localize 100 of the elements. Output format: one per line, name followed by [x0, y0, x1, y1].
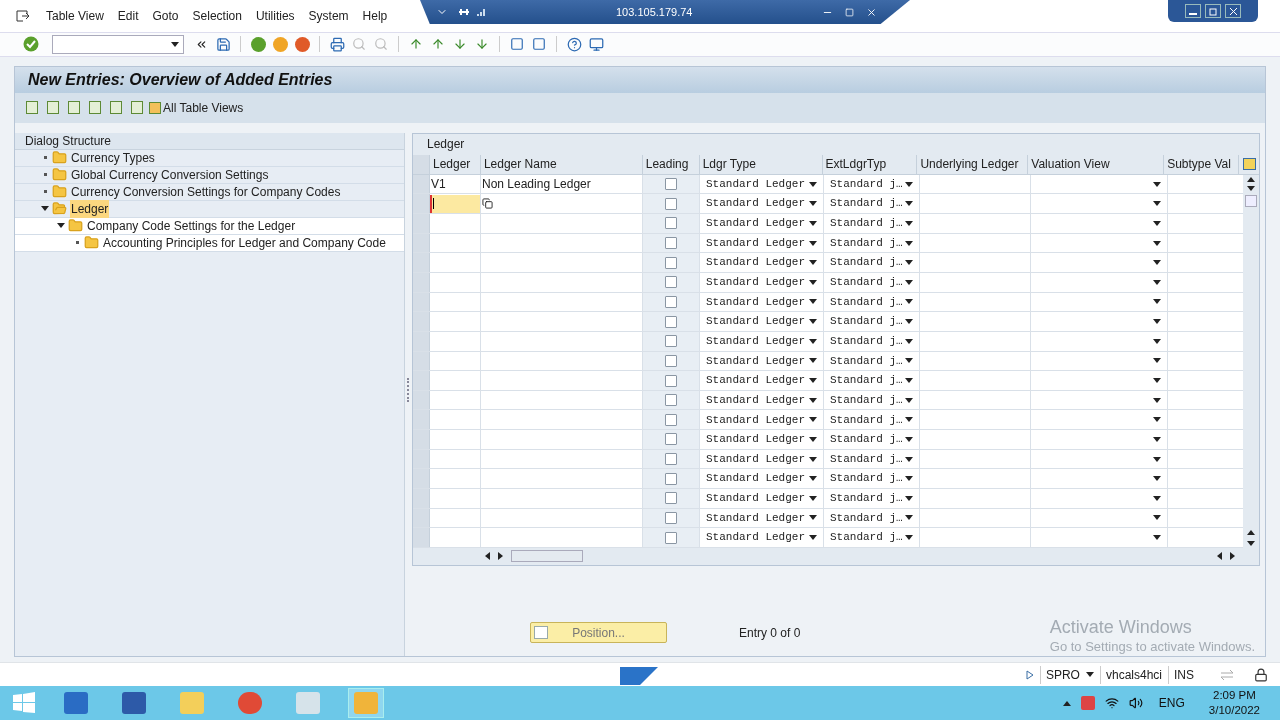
dropdown-field[interactable]: Standard Ledger	[700, 312, 823, 331]
dropdown-field[interactable]: Standard j…	[824, 292, 919, 312]
dropdown-field[interactable]: Standard Ledger	[700, 194, 823, 214]
dropdown-field[interactable]: Standard Ledger	[700, 528, 823, 547]
menu-item[interactable]: Help	[362, 6, 388, 25]
dropdown-arrow-icon[interactable]	[809, 181, 817, 187]
dropdown-arrow-icon[interactable]	[1153, 417, 1161, 423]
dropdown-field[interactable]: Standard Ledger	[700, 410, 823, 430]
dropdown-arrow-icon[interactable]	[809, 220, 817, 226]
dropdown-field[interactable]: Standard Ledger	[700, 233, 823, 253]
menu-item[interactable]: Edit	[117, 6, 139, 25]
dropdown-arrow-icon[interactable]	[1153, 201, 1161, 207]
dropdown-arrow-icon[interactable]	[905, 495, 913, 501]
leading-checkbox[interactable]	[665, 315, 677, 328]
leading-checkbox[interactable]	[665, 512, 677, 524]
dropdown-arrow-icon[interactable]	[1085, 672, 1094, 678]
dropdown-arrow-icon[interactable]	[905, 220, 913, 226]
leading-checkbox[interactable]	[665, 295, 677, 308]
dropdown-arrow-icon[interactable]	[905, 338, 913, 344]
dropdown-arrow-icon[interactable]	[1153, 220, 1161, 226]
ledger-input[interactable]	[430, 194, 480, 213]
column-header[interactable]: Leading	[642, 154, 700, 174]
dropdown-arrow-icon[interactable]	[809, 417, 817, 423]
leading-checkbox[interactable]	[665, 354, 677, 367]
menu-item[interactable]: Selection	[192, 6, 242, 25]
dropdown-arrow-icon[interactable]	[1153, 240, 1161, 246]
language-indicator[interactable]: ENG	[1158, 694, 1185, 713]
dropdown-arrow-icon[interactable]	[809, 201, 817, 207]
dropdown-arrow-icon[interactable]	[905, 476, 913, 482]
dropdown-field[interactable]: Standard j…	[824, 351, 919, 371]
leading-checkbox[interactable]	[665, 433, 677, 446]
menu-item[interactable]: Table View	[46, 6, 104, 25]
pin-icon[interactable]	[458, 7, 470, 17]
dropdown-arrow-icon[interactable]	[905, 181, 913, 187]
command-field[interactable]	[52, 34, 184, 54]
menu-item[interactable]: System	[308, 6, 349, 25]
dropdown-field[interactable]: Standard Ledger	[700, 253, 823, 272]
column-header[interactable]: Valuation View	[1028, 154, 1165, 174]
dropdown-arrow-icon[interactable]	[809, 456, 817, 462]
dropdown-arrow-icon[interactable]	[1153, 378, 1161, 383]
play-icon[interactable]	[1025, 669, 1034, 680]
all-table-views-button[interactable]: All Table Views	[149, 98, 244, 117]
dropdown-arrow-icon[interactable]	[809, 338, 817, 344]
dropdown-arrow-icon[interactable]	[1153, 476, 1161, 482]
dropdown-arrow-icon[interactable]	[809, 397, 817, 403]
dropdown-arrow-icon[interactable]	[1153, 456, 1161, 462]
dropdown-arrow-icon[interactable]	[809, 260, 817, 266]
dropdown-field[interactable]: Standard Ledger	[700, 430, 823, 449]
leading-checkbox[interactable]	[665, 374, 677, 387]
dropdown-field[interactable]: Standard j…	[824, 390, 919, 410]
dropdown-field[interactable]: Standard Ledger	[700, 508, 823, 528]
dropdown-arrow-icon[interactable]	[809, 358, 817, 364]
dropdown-arrow-icon[interactable]	[1153, 260, 1161, 266]
dropdown-field[interactable]: Standard j…	[824, 194, 919, 214]
leading-checkbox[interactable]	[665, 492, 677, 505]
dropdown-field[interactable]: Standard Ledger	[700, 292, 823, 312]
expand-triangle-icon[interactable]	[57, 221, 65, 230]
check-icon[interactable]	[22, 35, 40, 54]
close-icon[interactable]	[866, 6, 878, 18]
dropdown-field[interactable]: Standard j…	[824, 214, 919, 233]
scroll-down-icon[interactable]	[1247, 185, 1255, 191]
dropdown-field[interactable]: Standard j…	[824, 489, 919, 508]
leading-checkbox[interactable]	[665, 394, 677, 407]
horizontal-scroll-thumb[interactable]	[511, 550, 583, 563]
restore-button[interactable]	[1205, 4, 1221, 18]
leading-checkbox[interactable]	[665, 256, 677, 269]
dropdown-field[interactable]: Standard Ledger	[700, 174, 823, 194]
column-header[interactable]: Underlying Ledger	[917, 154, 1029, 174]
dropdown-field[interactable]: Standard j…	[824, 312, 919, 331]
tree-item[interactable]: Global Currency Conversion Settings	[70, 165, 270, 184]
dropdown-field[interactable]: Standard j…	[824, 430, 919, 449]
value-help-icon[interactable]	[482, 198, 493, 210]
dropdown-field[interactable]: Standard Ledger	[700, 469, 823, 489]
dropdown-field[interactable]: Standard Ledger	[700, 351, 823, 371]
dropdown-arrow-icon[interactable]	[905, 299, 913, 305]
dropdown-arrow-icon[interactable]	[1153, 397, 1161, 403]
scroll-down-icon[interactable]	[1247, 540, 1255, 546]
bullet-icon[interactable]	[41, 187, 49, 196]
column-header[interactable]: Ledger Name	[480, 154, 643, 174]
dropdown-arrow-icon[interactable]	[1153, 319, 1161, 325]
dropdown-arrow-icon[interactable]	[809, 476, 817, 482]
menu-item[interactable]: Utilities	[255, 6, 295, 25]
dropdown-field[interactable]: Standard j…	[824, 528, 919, 547]
dropdown-arrow-icon[interactable]	[905, 319, 913, 325]
dropdown-arrow-icon[interactable]	[809, 240, 817, 246]
dropdown-arrow-icon[interactable]	[905, 260, 913, 266]
dropdown-field[interactable]: Standard j…	[824, 331, 919, 351]
dropdown-arrow-icon[interactable]	[1153, 515, 1161, 521]
bullet-icon[interactable]	[41, 170, 49, 179]
scroll-right-icon[interactable]	[498, 552, 503, 561]
leading-checkbox[interactable]	[665, 335, 677, 348]
splitter-handle[interactable]	[407, 377, 410, 402]
dropdown-arrow-icon[interactable]	[905, 240, 913, 246]
dropdown-arrow-icon[interactable]	[809, 378, 817, 383]
dropdown-field[interactable]: Standard j…	[824, 410, 919, 430]
dropdown-arrow-icon[interactable]	[1153, 436, 1161, 442]
dropdown-arrow-icon[interactable]	[905, 397, 913, 403]
dropdown-field[interactable]: Standard Ledger	[700, 371, 823, 390]
leading-checkbox[interactable]	[665, 217, 677, 230]
scroll-left-icon[interactable]	[485, 552, 490, 561]
